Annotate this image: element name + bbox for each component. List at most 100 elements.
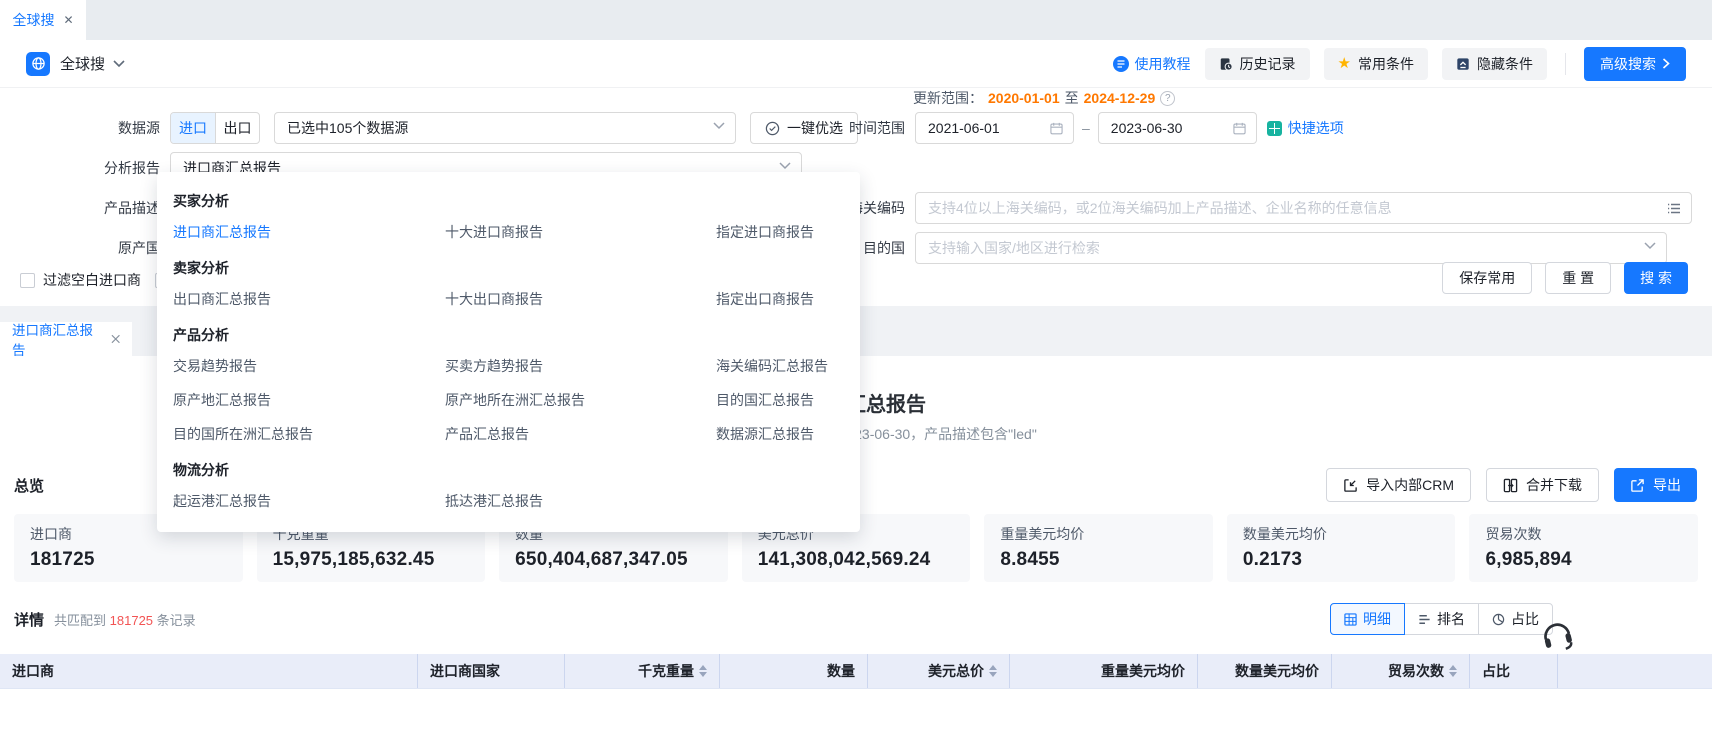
favorite-conditions-button[interactable]: ★ 常用条件 [1324, 48, 1428, 80]
report-menu-item[interactable]: 指定进口商报告 [716, 222, 844, 242]
report-menu-item[interactable]: 进口商汇总报告 [173, 222, 445, 242]
report-menu-item[interactable]: 指定出口商报告 [716, 289, 844, 309]
destination-input[interactable]: 支持输入国家/地区进行检索 [915, 232, 1667, 264]
star-icon: ★ [1338, 56, 1351, 71]
global-search-page: 全球搜 ✕ 全球搜 使用教程 历史记录 ★ 常用条件 隐藏条件 [0, 0, 1712, 750]
quick-options-icon [1267, 121, 1282, 136]
hide-conditions-icon [1456, 57, 1470, 71]
report-menu-item[interactable]: 原产地所在洲汇总报告 [445, 390, 716, 410]
sort-icon[interactable] [699, 665, 707, 677]
hide-conditions-button[interactable]: 隐藏条件 [1442, 48, 1547, 80]
stat-value: 8.8455 [1000, 549, 1197, 571]
quick-options-link[interactable]: 快捷选项 [1267, 118, 1344, 138]
chevron-down-icon [1644, 242, 1656, 250]
stat-value: 650,404,687,347.05 [515, 549, 712, 571]
save-favorite-button[interactable]: 保存常用 [1442, 262, 1532, 294]
browser-tab-bar: 全球搜 ✕ [0, 0, 1712, 40]
end-date-input[interactable]: 2023-06-30 [1098, 112, 1257, 144]
merge-icon [1503, 478, 1518, 493]
stat-value: 15,975,185,632.45 [273, 549, 470, 571]
hs-code-input[interactable]: 支持4位以上海关编码，或2位海关编码加上产品描述、企业名称的任意信息 [915, 192, 1692, 224]
globe-icon [31, 56, 46, 71]
stat-value: 0.2173 [1243, 549, 1440, 571]
close-icon[interactable] [111, 334, 120, 344]
report-menu-item[interactable]: 产品汇总报告 [445, 424, 716, 444]
stat-label: 数量美元均价 [1243, 524, 1440, 544]
table-column-header: 数量 [720, 654, 868, 688]
table-column-header[interactable]: 美元总价 [868, 654, 1010, 688]
tutorial-link[interactable]: 使用教程 [1113, 54, 1191, 74]
matched-records: 共匹配到 181725 条记录 [54, 610, 196, 629]
app-header: 全球搜 使用教程 历史记录 ★ 常用条件 隐藏条件 高级搜索 [0, 40, 1712, 88]
report-menu-item[interactable]: 原产地汇总报告 [173, 390, 445, 410]
stat-value: 181725 [30, 549, 227, 571]
export-toggle[interactable]: 出口 [215, 113, 259, 143]
data-source-select[interactable]: 已选中105个数据源 [274, 112, 736, 144]
report-menu-item[interactable]: 数据源汇总报告 [716, 424, 844, 444]
page-title: 全球搜 [60, 53, 105, 74]
results-table-header: 进口商进口商国家千克重量数量美元总价重量美元均价数量美元均价贸易次数占比 [0, 654, 1712, 689]
result-tab-importer-summary[interactable]: 进口商汇总报告 [0, 322, 132, 356]
pie-icon [1492, 613, 1505, 626]
table-column-header: 重量美元均价 [1010, 654, 1198, 688]
view-detail-button[interactable]: 明细 [1330, 603, 1405, 635]
table-column-header: 进口商国家 [418, 654, 565, 688]
report-menu-item[interactable]: 十大进口商报告 [445, 222, 716, 242]
bar-rank-icon [1418, 613, 1431, 626]
view-switch-group: 明细 排名 占比 [1330, 603, 1553, 635]
merge-download-button[interactable]: 合并下载 [1486, 468, 1599, 502]
stat-value: 6,985,894 [1485, 549, 1682, 571]
report-group-title: 卖家分析 [157, 249, 860, 282]
table-column-header: 进口商 [0, 654, 418, 688]
stat-card: 重量美元均价8.8455 [984, 514, 1213, 582]
report-menu-item[interactable]: 交易趋势报告 [173, 356, 445, 376]
chevron-down-icon[interactable] [113, 60, 125, 68]
tab-global-search[interactable]: 全球搜 ✕ [0, 0, 86, 40]
view-ranking-button[interactable]: 排名 [1404, 603, 1479, 635]
history-icon [1219, 57, 1233, 71]
import-toggle[interactable]: 进口 [171, 113, 215, 143]
update-start-date: 2020-01-01 [988, 90, 1060, 106]
report-menu-item[interactable]: 抵达港汇总报告 [445, 491, 716, 511]
sort-icon[interactable] [1449, 665, 1457, 677]
report-menu-item[interactable]: 起运港汇总报告 [173, 491, 445, 511]
table-column-header: 数量美元均价 [1198, 654, 1332, 688]
table-column-header[interactable]: 千克重量 [565, 654, 720, 688]
history-button[interactable]: 历史记录 [1205, 48, 1310, 80]
report-menu-item[interactable]: 海关编码汇总报告 [716, 356, 844, 376]
import-icon [1343, 478, 1358, 493]
matched-count: 181725 [110, 613, 153, 628]
help-icon[interactable]: ? [1160, 91, 1175, 106]
report-type-label: 分析报告 [88, 158, 160, 178]
report-menu-item[interactable]: 目的国汇总报告 [716, 390, 844, 410]
stat-card: 贸易次数6,985,894 [1469, 514, 1698, 582]
export-button[interactable]: 导出 [1614, 468, 1697, 502]
data-source-label: 数据源 [88, 118, 160, 138]
overview-heading: 总览 [14, 475, 44, 496]
report-menu-item[interactable]: 出口商汇总报告 [173, 289, 445, 309]
calendar-icon [1050, 122, 1063, 135]
report-menu-item[interactable]: 目的国所在洲汇总报告 [173, 424, 445, 444]
search-button[interactable]: 搜 索 [1624, 262, 1688, 294]
list-icon[interactable] [1667, 202, 1681, 215]
import-crm-button[interactable]: 导入内部CRM [1326, 468, 1471, 502]
start-date-input[interactable]: 2021-06-01 [915, 112, 1074, 144]
report-menu-item[interactable]: 十大出口商报告 [445, 289, 716, 309]
advanced-search-button[interactable]: 高级搜索 [1584, 47, 1686, 81]
table-column-header: 占比 [1470, 654, 1558, 688]
sort-icon[interactable] [989, 665, 997, 677]
tab-close-icon[interactable]: ✕ [63, 14, 73, 26]
filter-blank-importer-checkbox[interactable] [20, 273, 35, 288]
date-range-separator: – [1082, 120, 1090, 136]
filter-blank-importer-label: 过滤空白进口商 [43, 270, 141, 290]
report-type-dropdown: 买家分析进口商汇总报告十大进口商报告指定进口商报告卖家分析出口商汇总报告十大出口… [157, 172, 860, 532]
update-range: 更新范围： 2020-01-01 至 2024-12-29 ? [913, 88, 1175, 108]
table-column-header[interactable]: 贸易次数 [1332, 654, 1470, 688]
details-heading: 详情 [14, 609, 44, 630]
chevron-down-icon [779, 162, 791, 170]
reset-button[interactable]: 重 置 [1545, 262, 1611, 294]
table-icon [1344, 613, 1357, 626]
report-menu-item[interactable]: 买卖方趋势报告 [445, 356, 716, 376]
calendar-icon [1233, 122, 1246, 135]
chevron-down-icon [713, 122, 725, 130]
